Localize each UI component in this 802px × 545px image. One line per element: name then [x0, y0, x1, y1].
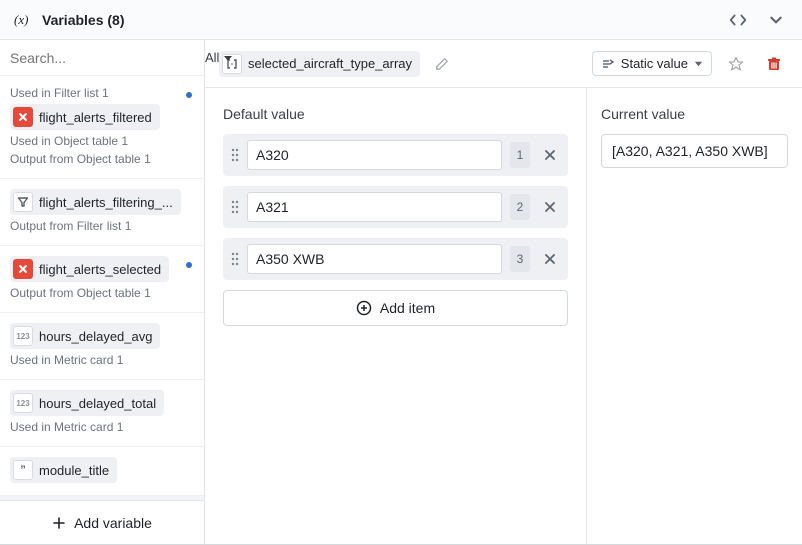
remove-item-button[interactable]	[538, 143, 562, 167]
array-item-index: 3	[510, 246, 530, 272]
delete-button[interactable]	[760, 50, 788, 78]
drag-handle-icon[interactable]	[231, 200, 239, 214]
collapse-icon[interactable]	[762, 6, 790, 34]
detail-panel: selected_aircraft_type_array Static valu…	[205, 40, 802, 544]
quote-icon: ”	[13, 460, 33, 480]
variable-item[interactable]: selected_aircraft_type...	[0, 496, 204, 500]
variables-sidebar: All Used in Filter list 1 flight_alerts_f…	[0, 40, 205, 544]
array-item-input[interactable]	[247, 244, 502, 274]
panel-title: Variables (8)	[42, 12, 125, 28]
variable-chip: flight_alerts_filtered	[10, 104, 160, 130]
variable-chip: ” module_title	[10, 457, 117, 483]
unsaved-dot-icon	[186, 262, 192, 268]
search-input[interactable]	[10, 50, 191, 66]
variable-chip: flight_alerts_selected	[10, 256, 169, 282]
variable-list: Used in Filter list 1 flight_alerts_filte…	[0, 76, 204, 500]
variable-item[interactable]: 123 hours_delayed_avg Used in Metric card …	[0, 313, 204, 380]
variable-item[interactable]: flight_alerts_filtering_... Output from F…	[0, 179, 204, 246]
variable-meta: Used in Filter list 1	[10, 84, 194, 102]
type-filter-label: All	[205, 50, 219, 65]
edit-name-button[interactable]	[430, 52, 454, 76]
value-mode-select[interactable]: Static value	[592, 51, 712, 76]
variable-item[interactable]: Used in Filter list 1 flight_alerts_filte…	[0, 76, 204, 179]
drag-handle-icon[interactable]	[231, 148, 239, 162]
add-variable-label: Add variable	[74, 515, 152, 531]
favorite-button[interactable]	[722, 50, 750, 78]
array-item-row: 3	[223, 238, 568, 280]
variable-name: hours_delayed_total	[39, 396, 156, 411]
variable-name: hours_delayed_avg	[39, 329, 152, 344]
search-row: All	[0, 40, 204, 76]
array-item-index: 2	[510, 194, 530, 220]
variable-name: flight_alerts_filtering_...	[39, 195, 173, 210]
value-mode-label: Static value	[621, 56, 688, 71]
current-value-section: Current value [A320, A321, A350 XWB]	[587, 88, 802, 544]
selected-variable-chip: selected_aircraft_type_array	[219, 51, 420, 77]
array-item-index: 1	[510, 142, 530, 168]
variable-item[interactable]: ” module_title	[0, 447, 204, 496]
variable-chip: 123 hours_delayed_total	[10, 390, 164, 416]
variable-meta: Used in Object table 1	[10, 132, 194, 150]
variable-chip: flight_alerts_filtering_...	[10, 189, 181, 215]
add-item-button[interactable]: Add item	[223, 290, 568, 326]
variables-icon: (x)	[14, 11, 32, 29]
variable-meta: Output from Object table 1	[10, 150, 194, 168]
array-item-row: 2	[223, 186, 568, 228]
num-icon: 123	[13, 326, 33, 346]
array-item-input[interactable]	[247, 140, 502, 170]
remove-item-button[interactable]	[538, 247, 562, 271]
variable-name: flight_alerts_selected	[39, 262, 161, 277]
variable-meta: Used in Metric card 1	[10, 418, 194, 436]
add-item-label: Add item	[380, 300, 435, 316]
add-variable-button[interactable]: Add variable	[0, 500, 204, 544]
drag-handle-icon[interactable]	[231, 252, 239, 266]
array-item-row: 1	[223, 134, 568, 176]
current-value-display: [A320, A321, A350 XWB]	[601, 134, 788, 168]
code-icon[interactable]	[724, 6, 752, 34]
variable-name: module_title	[39, 463, 109, 478]
type-filter-select[interactable]: All	[199, 48, 239, 67]
default-value-label: Default value	[223, 106, 568, 122]
red-x-icon	[13, 259, 33, 279]
default-value-section: Default value 1 2 3 Add item	[205, 88, 587, 544]
variable-meta: Used in Metric card 1	[10, 351, 194, 369]
variable-chip: 123 hours_delayed_avg	[10, 323, 160, 349]
current-value-label: Current value	[601, 106, 788, 122]
unsaved-dot-icon	[186, 92, 192, 98]
variable-item[interactable]: flight_alerts_selected Output from Object…	[0, 246, 204, 313]
svg-text:(x): (x)	[14, 12, 28, 27]
remove-item-button[interactable]	[538, 195, 562, 219]
num-icon: 123	[13, 393, 33, 413]
selected-variable-name: selected_aircraft_type_array	[248, 56, 412, 71]
funnel-icon	[13, 192, 33, 212]
variable-meta: Output from Filter list 1	[10, 217, 194, 235]
red-x-icon	[13, 107, 33, 127]
variable-meta: Output from Object table 1	[10, 284, 194, 302]
variable-item[interactable]: 123 hours_delayed_total Used in Metric car…	[0, 380, 204, 447]
variable-name: flight_alerts_filtered	[39, 110, 152, 125]
array-item-input[interactable]	[247, 192, 502, 222]
panel-header: (x) Variables (8)	[0, 0, 802, 40]
detail-header: selected_aircraft_type_array Static valu…	[205, 40, 802, 88]
